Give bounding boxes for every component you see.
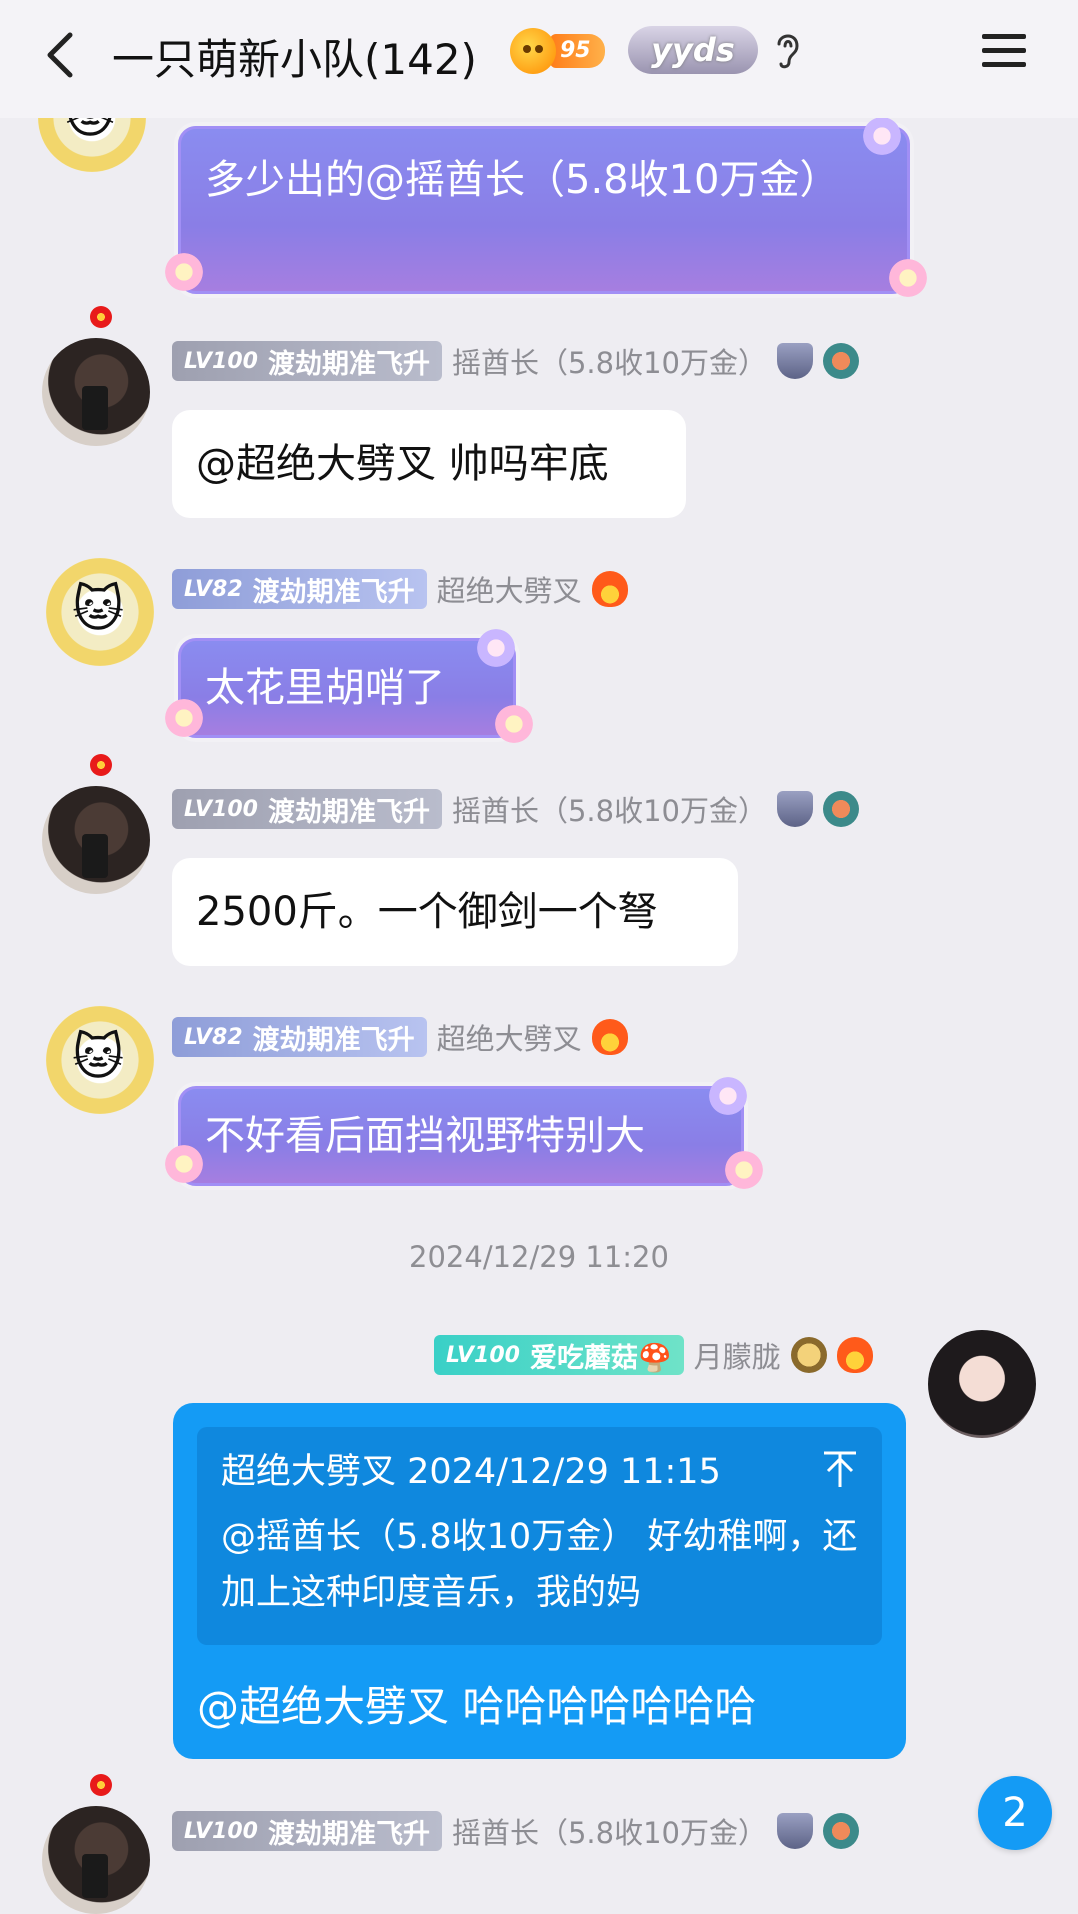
message-meta: LV100 渡劫期准飞升 摇酋长（5.8收10万金）	[172, 788, 859, 830]
nickname[interactable]: 超绝大劈叉	[437, 1016, 582, 1058]
unread-count-badge[interactable]: 2	[978, 1776, 1052, 1850]
reply-message-bubble[interactable]: 超绝大劈叉 2024/12/29 11:15 @摇酋长（5.8收10万金） 好幼…	[173, 1403, 906, 1759]
avatar-boy[interactable]	[42, 786, 150, 894]
flower-icon	[90, 306, 112, 328]
level-badge[interactable]: LV82 渡劫期准飞升	[172, 569, 427, 609]
message-meta: LV82 渡劫期准飞升 超绝大劈叉	[172, 1016, 628, 1058]
message-meta: LV82 渡劫期准飞升 超绝大劈叉	[172, 568, 628, 610]
quote-text: @摇酋长（5.8收10万金） 好幼稚啊，还加上这种印度音乐，我的妈	[221, 1517, 858, 1613]
message-meta: LV100 渡劫期准飞升 摇酋长（5.8收10万金）	[172, 1810, 859, 1852]
bubble-decoration-icon	[884, 254, 932, 302]
level-badge[interactable]: LV100 渡劫期准飞升	[172, 1811, 442, 1851]
shield-icon	[776, 343, 813, 379]
chat-header: 一只萌新小队(142) 95 yyds	[0, 0, 1078, 118]
level-badge[interactable]: LV82 渡劫期准飞升	[172, 1017, 427, 1057]
message-text: 多少出的@摇酋长（5.8收10万金）	[205, 157, 840, 203]
timestamp-divider: 2024/12/29 11:20	[409, 1240, 669, 1274]
nickname[interactable]: 摇酋长（5.8收10万金）	[452, 340, 767, 382]
message-meta: LV100 渡劫期准飞升 摇酋长（5.8收10万金）	[172, 340, 859, 382]
group-title[interactable]: 一只萌新小队(142)	[112, 26, 477, 87]
flower-icon	[90, 754, 112, 776]
message-text: 太花里胡哨了	[205, 665, 445, 711]
message-text: 2500斤。一个御剑一个弩	[196, 889, 658, 935]
avatar-self[interactable]	[928, 1330, 1036, 1438]
fire-face-icon	[510, 28, 556, 74]
medal-icon	[790, 1337, 827, 1373]
flame-icon	[591, 571, 628, 607]
quoted-message[interactable]: 超绝大劈叉 2024/12/29 11:15 @摇酋长（5.8收10万金） 好幼…	[197, 1427, 882, 1645]
back-chevron-icon[interactable]	[40, 30, 80, 80]
avatar-cat[interactable]	[46, 558, 154, 666]
level-badge[interactable]: LV100 爱吃蘑菇🍄	[434, 1335, 684, 1375]
ear-icon[interactable]	[773, 28, 803, 72]
quote-header: 超绝大劈叉 2024/12/29 11:15	[221, 1452, 721, 1492]
level-badge[interactable]: LV100 渡劫期准飞升	[172, 789, 442, 829]
flame-icon	[836, 1337, 873, 1373]
dragon-icon	[822, 343, 859, 379]
nickname[interactable]: 摇酋长（5.8收10万金）	[452, 1810, 767, 1852]
avatar-boy[interactable]	[42, 338, 150, 446]
bubble-decoration-icon	[720, 1146, 768, 1194]
fire-level-badge[interactable]: 95	[510, 28, 610, 74]
yyds-badge[interactable]: yyds	[628, 26, 758, 74]
message-text: @超绝大劈叉 哈哈哈哈哈哈哈	[197, 1682, 757, 1731]
dragon-icon	[822, 1813, 859, 1849]
message-text: @超绝大劈叉 帅吗牢底	[196, 441, 609, 487]
message-bubble[interactable]: 太花里胡哨了	[178, 638, 516, 738]
shield-icon	[776, 1813, 813, 1849]
bubble-decoration-icon	[160, 1140, 208, 1188]
jump-to-quote-icon[interactable]	[822, 1449, 858, 1489]
message-text: 不好看后面挡视野特别大	[205, 1113, 645, 1159]
nickname[interactable]: 月朦胧	[694, 1334, 781, 1376]
avatar-boy[interactable]	[42, 1806, 150, 1914]
bubble-decoration-icon	[704, 1072, 752, 1120]
level-badge[interactable]: LV100 渡劫期准飞升	[172, 341, 442, 381]
message-bubble[interactable]: @超绝大劈叉 帅吗牢底	[172, 410, 686, 518]
message-bubble[interactable]: 2500斤。一个御剑一个弩	[172, 858, 738, 966]
flame-icon	[591, 1019, 628, 1055]
shield-icon	[776, 791, 813, 827]
flower-icon	[90, 1774, 112, 1796]
hamburger-menu-icon[interactable]	[982, 30, 1026, 70]
message-bubble[interactable]: 多少出的@摇酋长（5.8收10万金）	[178, 126, 910, 294]
nickname[interactable]: 超绝大劈叉	[437, 568, 582, 610]
message-bubble[interactable]: 不好看后面挡视野特别大	[178, 1086, 744, 1186]
fire-level-number: 95	[550, 34, 605, 68]
avatar-cat[interactable]	[46, 1006, 154, 1114]
bubble-decoration-icon	[490, 700, 538, 748]
message-meta: LV100 爱吃蘑菇🍄 月朦胧	[434, 1334, 873, 1376]
bubble-decoration-icon	[160, 694, 208, 742]
bubble-decoration-icon	[472, 624, 520, 672]
nickname[interactable]: 摇酋长（5.8收10万金）	[452, 788, 767, 830]
dragon-icon	[822, 791, 859, 827]
bubble-decoration-icon	[160, 248, 208, 296]
bubble-decoration-icon	[858, 112, 906, 160]
